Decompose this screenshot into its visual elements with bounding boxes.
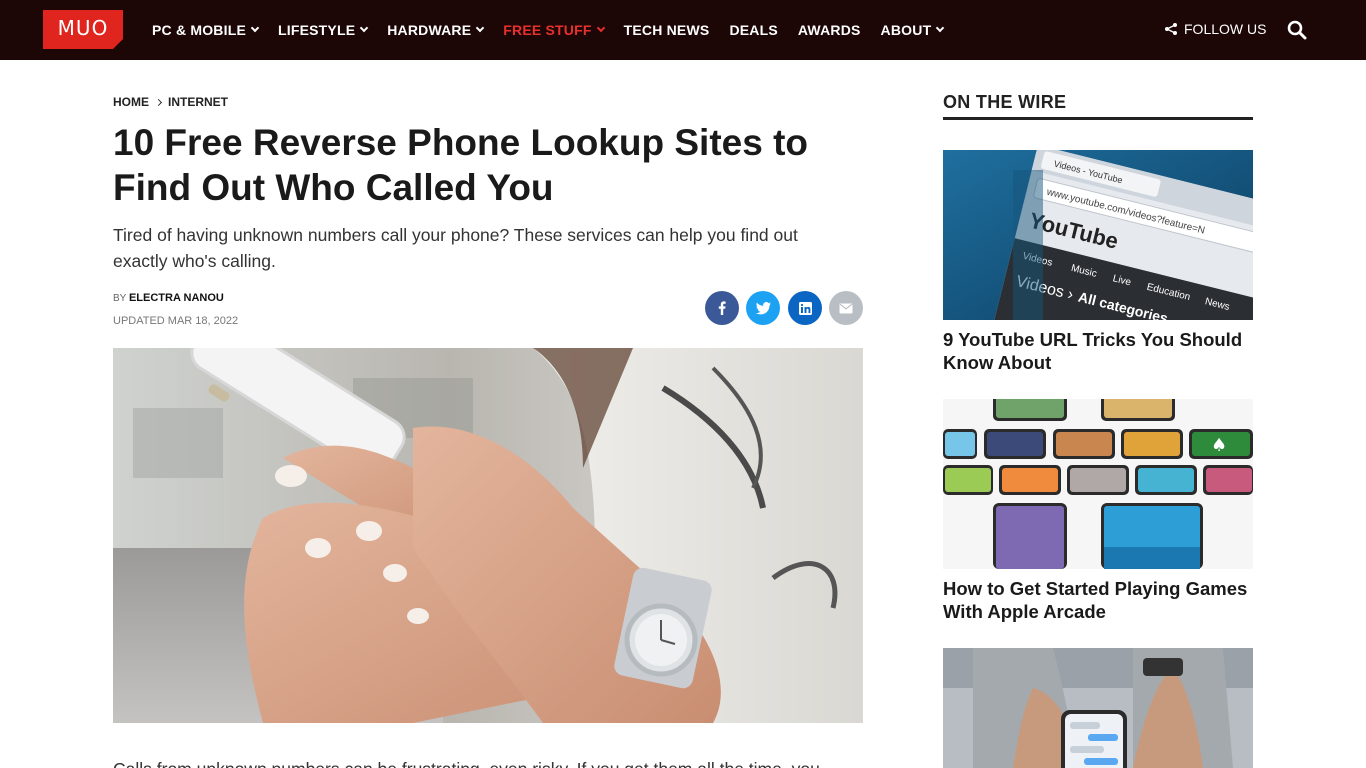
nav-item-pc-mobile[interactable]: PC & MOBILE <box>152 22 260 38</box>
card-image-phone-messages[interactable] <box>943 648 1253 768</box>
hero-image <box>113 348 863 723</box>
chevron-down-icon <box>250 23 260 33</box>
nav-item-about[interactable]: ABOUT <box>880 22 945 38</box>
author-link[interactable]: ELECTRA NANOU <box>129 292 224 304</box>
breadcrumb-home[interactable]: HOME <box>113 95 149 109</box>
linkedin-icon <box>798 301 812 315</box>
share-facebook-button[interactable] <box>705 291 739 325</box>
nav-item-lifestyle[interactable]: LIFESTYLE <box>277 22 369 38</box>
follow-us-label: FOLLOW US <box>1184 21 1267 37</box>
main-menu: PC & MOBILE LIFESTYLE HARDWARE FREE STUF… <box>152 0 963 60</box>
search-button[interactable] <box>1286 19 1308 41</box>
nav-item-label: PC & MOBILE <box>152 22 246 38</box>
breadcrumb-internet[interactable]: INTERNET <box>168 95 228 109</box>
nav-item-label: DEALS <box>729 22 778 38</box>
nav-item-label: HARDWARE <box>387 22 472 38</box>
article-title: 10 Free Reverse Phone Lookup Sites to Fi… <box>113 122 808 208</box>
card-image-apple-arcade[interactable]: ♠ <box>943 399 1253 569</box>
card-title-apple-arcade[interactable]: How to Get Started Playing Games With Ap… <box>943 577 1253 623</box>
byline: BY ELECTRA NANOU <box>113 292 224 304</box>
share-linkedin-button[interactable] <box>788 291 822 325</box>
apple-arcade-games-image: ♠ <box>943 399 1253 569</box>
breadcrumb: HOME INTERNET <box>113 95 228 109</box>
nav-item-label: FREE STUFF <box>503 22 592 38</box>
hands-holding-phone-image <box>113 348 863 723</box>
twitter-icon <box>755 301 771 314</box>
site-logo[interactable]: MUO <box>43 10 123 49</box>
youtube-browser-image: Videos - YouTube www.youtube.com/videos?… <box>943 150 1253 320</box>
nav-item-tech-news[interactable]: TECH NEWS <box>624 22 710 38</box>
article-body-first-line: Calls from unknown numbers can be frustr… <box>113 756 843 768</box>
chevron-down-icon <box>359 23 369 33</box>
chevron-down-icon <box>936 23 945 33</box>
chevron-right-icon <box>154 98 163 106</box>
chevron-down-icon <box>476 23 485 33</box>
card-image-youtube[interactable]: Videos - YouTube www.youtube.com/videos?… <box>943 150 1253 320</box>
share-twitter-button[interactable] <box>746 291 780 325</box>
logo-text: MUO <box>57 16 109 40</box>
article-subtitle: Tired of having unknown numbers call you… <box>113 225 798 271</box>
facebook-icon <box>718 301 726 315</box>
nav-item-label: AWARDS <box>797 22 861 38</box>
email-icon <box>839 303 853 313</box>
top-navigation: MUO PC & MOBILE LIFESTYLE HARDWARE FREE … <box>0 0 1366 60</box>
updated-date: UPDATED MAR 18, 2022 <box>113 315 239 327</box>
nav-item-hardware[interactable]: HARDWARE <box>387 22 485 38</box>
nav-item-label: ABOUT <box>880 22 932 38</box>
nav-item-free-stuff[interactable]: FREE STUFF <box>503 22 605 38</box>
nav-item-label: LIFESTYLE <box>277 22 356 38</box>
card-title-youtube[interactable]: 9 YouTube URL Tricks You Should Know Abo… <box>943 328 1253 374</box>
by-label: BY <box>113 293 127 304</box>
share-email-button[interactable] <box>829 291 863 325</box>
nav-item-deals[interactable]: DEALS <box>729 22 777 38</box>
chevron-down-icon <box>596 23 605 33</box>
nav-item-awards[interactable]: AWARDS <box>798 22 861 38</box>
follow-us-button[interactable]: FOLLOW US <box>1164 21 1266 37</box>
share-icon <box>1165 23 1177 35</box>
spade-glyph: ♠ <box>1211 435 1227 456</box>
logo-notch <box>113 39 123 49</box>
search-icon <box>1287 20 1307 40</box>
nav-item-label: TECH NEWS <box>623 22 710 38</box>
sidebar-heading: ON THE WIRE <box>943 92 1253 120</box>
person-texting-image <box>943 648 1253 768</box>
